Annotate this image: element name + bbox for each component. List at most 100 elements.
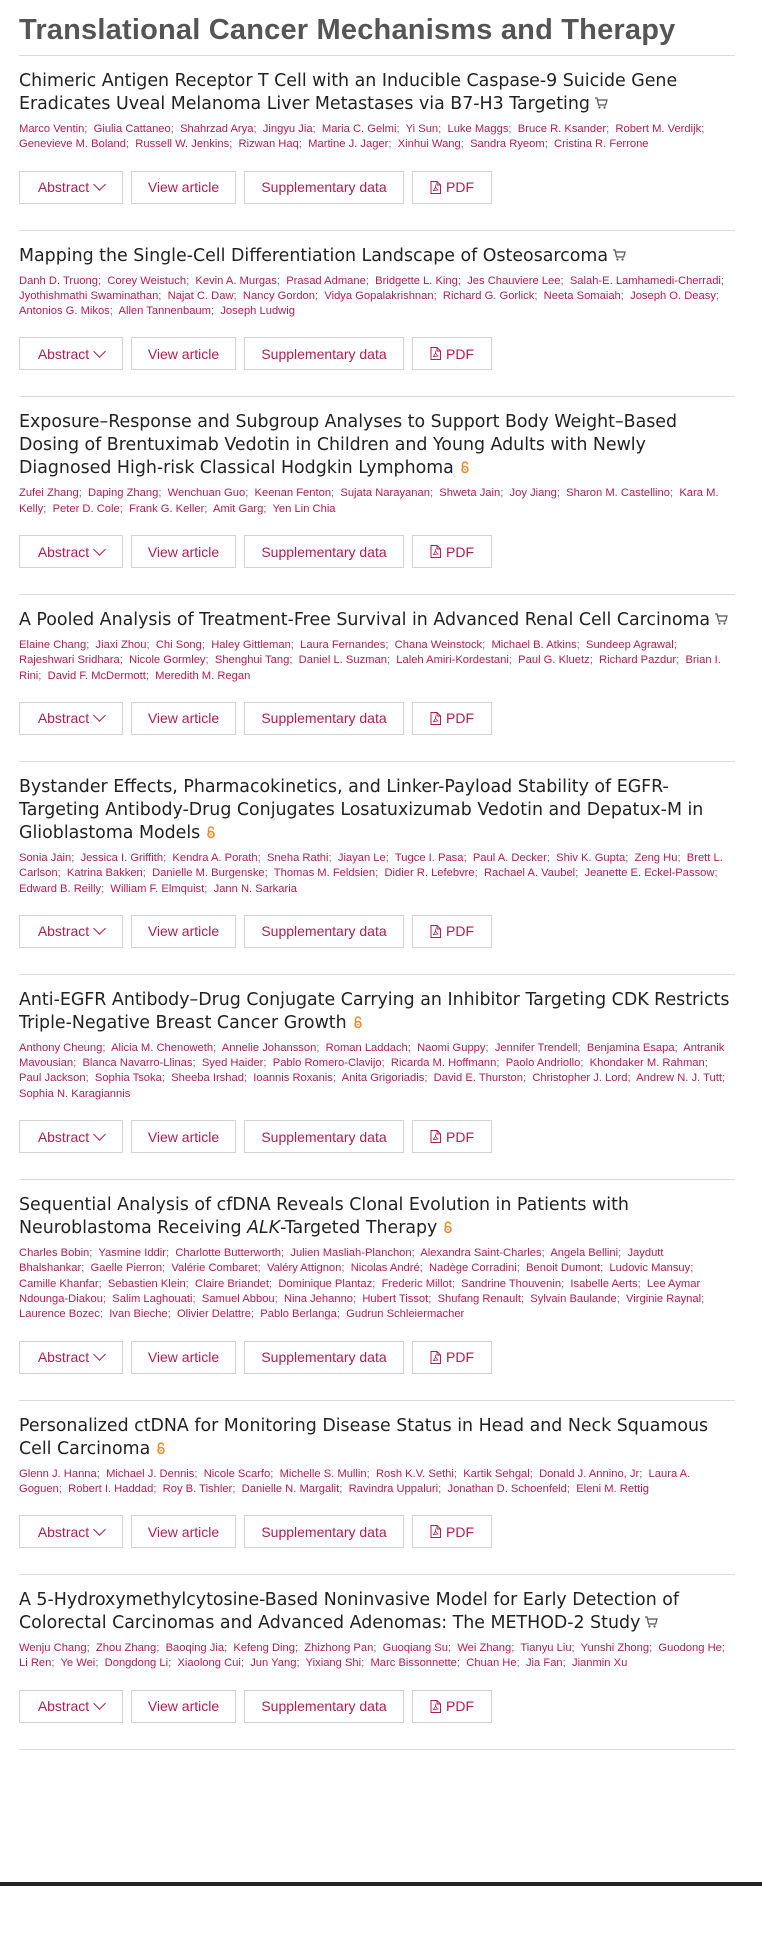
author-link[interactable]: Angela Bellini [550,1247,618,1259]
author-link[interactable]: Salah-E. Lamhamedi-Cherradi [570,275,721,287]
author-link[interactable]: Yen Lin Chia [273,503,336,515]
author-link[interactable]: Bruce R. Ksander [518,123,606,135]
article-title-link[interactable]: A 5-Hydroxymethylcytosine-Based Noninvas… [19,1590,679,1633]
author-link[interactable]: David E. Thurston [434,1072,523,1084]
author-link[interactable]: Jianmin Xu [572,1657,627,1669]
author-link[interactable]: Didier R. Lefebvre [384,867,474,879]
author-link[interactable]: William F. Elmquist [110,883,204,895]
pdf-button[interactable]: PDF [412,337,492,371]
pdf-button[interactable]: PDF [412,914,492,948]
author-link[interactable]: Zhizhong Pan [304,1642,373,1654]
pdf-button[interactable]: PDF [412,170,492,204]
abstract-button[interactable]: Abstract [19,337,123,371]
author-link[interactable]: Shweta Jain [439,487,500,499]
author-link[interactable]: Robert I. Haddad [68,1483,153,1495]
view-article-button[interactable]: View article [131,535,236,569]
author-link[interactable]: Michael J. Dennis [106,1468,194,1480]
author-link[interactable]: Shiv K. Gupta [556,852,625,864]
author-link[interactable]: Maria C. Gelmi [322,123,397,135]
author-link[interactable]: Alicia M. Chenoweth [111,1042,213,1054]
author-link[interactable]: David F. McDermott [48,670,146,682]
author-link[interactable]: Sujata Narayanan [340,487,430,499]
author-link[interactable]: Blanca Navarro-Llinas [82,1057,192,1069]
author-link[interactable]: Guoqiang Su [383,1642,448,1654]
author-link[interactable]: Luke Maggs [447,123,508,135]
author-link[interactable]: Haley Gittleman [211,639,291,651]
author-link[interactable]: Isabelle Aerts [570,1278,637,1290]
pdf-button[interactable]: PDF [412,1340,492,1374]
author-link[interactable]: Marco Ventin [19,123,84,135]
abstract-button[interactable]: Abstract [19,1340,123,1374]
author-link[interactable]: Jia Fan [526,1657,563,1669]
author-link[interactable]: Laura Fernandes [300,639,385,651]
author-link[interactable]: Frederic Millot [382,1278,452,1290]
author-link[interactable]: Danh D. Truong [19,275,98,287]
abstract-button[interactable]: Abstract [19,914,123,948]
author-link[interactable]: Xiaolong Cui [177,1657,240,1669]
author-link[interactable]: Jingyu Jia [263,123,313,135]
view-article-button[interactable]: View article [131,1515,236,1549]
author-link[interactable]: Zeng Hu [635,852,678,864]
author-link[interactable]: Zufei Zhang [19,487,79,499]
view-article-button[interactable]: View article [131,1120,236,1154]
author-link[interactable]: Sheeba Irshad [171,1072,244,1084]
author-link[interactable]: Ye Wei [60,1657,95,1669]
author-link[interactable]: Pablo Romero-Clavijo [273,1057,382,1069]
author-link[interactable]: Zhou Zhang [96,1642,156,1654]
author-link[interactable]: Yi Sun [406,123,439,135]
author-link[interactable]: Sandrine Thouvenin [461,1278,561,1290]
author-link[interactable]: Amit Garg [213,503,263,515]
abstract-button[interactable]: Abstract [19,170,123,204]
author-link[interactable]: Najat C. Daw [168,290,234,302]
author-link[interactable]: Jun Yang [250,1657,296,1669]
author-link[interactable]: Michelle S. Mullin [280,1468,367,1480]
author-link[interactable]: Claire Briandet [195,1278,269,1290]
author-link[interactable]: Glenn J. Hanna [19,1468,97,1480]
article-title-link[interactable]: A Pooled Analysis of Treatment-Free Surv… [19,610,710,630]
author-link[interactable]: Antonios G. Mikos [19,305,110,317]
author-link[interactable]: Jessica I. Griffith [81,852,163,864]
author-link[interactable]: Ivan Bieche [109,1308,167,1320]
abstract-button[interactable]: Abstract [19,1120,123,1154]
author-link[interactable]: Yasmine Iddir [98,1247,166,1259]
supplementary-data-button[interactable]: Supplementary data [244,337,404,371]
author-link[interactable]: Joy Jiang [510,487,557,499]
view-article-button[interactable]: View article [131,337,236,371]
author-link[interactable]: Edward B. Reilly [19,883,101,895]
author-link[interactable]: Camille Khanfar [19,1278,99,1290]
author-link[interactable]: Pablo Berlanga [260,1308,337,1320]
author-link[interactable]: Cristina R. Ferrone [554,138,649,150]
author-link[interactable]: Paul G. Kluetz [518,654,590,666]
author-link[interactable]: Paolo Andriollo [506,1057,581,1069]
article-title-link[interactable]: Personalized ctDNA for Monitoring Diseas… [19,1416,708,1459]
author-link[interactable]: Marc Bissonnette [370,1657,456,1669]
author-link[interactable]: Chi Song [156,639,202,651]
author-link[interactable]: Danielle N. Margalit [242,1483,340,1495]
author-link[interactable]: Li Ren [19,1657,51,1669]
author-link[interactable]: Nina Jehanno [284,1293,353,1305]
view-article-button[interactable]: View article [131,170,236,204]
view-article-button[interactable]: View article [131,1689,236,1723]
author-link[interactable]: Benjamina Esapa [587,1042,675,1054]
author-link[interactable]: Charlotte Butterworth [175,1247,281,1259]
supplementary-data-button[interactable]: Supplementary data [244,1340,404,1374]
author-link[interactable]: Sundeep Agrawal [586,639,674,651]
author-link[interactable]: Wenju Chang [19,1642,87,1654]
abstract-button[interactable]: Abstract [19,1689,123,1723]
author-link[interactable]: Chana Weinstock [395,639,482,651]
author-link[interactable]: Yixiang Shi [306,1657,362,1669]
author-link[interactable]: Kartik Sehgal [463,1468,530,1480]
author-link[interactable]: Valérie Combaret [171,1262,257,1274]
view-article-button[interactable]: View article [131,701,236,735]
author-link[interactable]: Richard G. Gorlick [443,290,534,302]
author-link[interactable]: Thomas M. Feldsien [274,867,375,879]
author-link[interactable]: Meredith M. Regan [155,670,250,682]
author-link[interactable]: Yunshi Zhong [581,1642,649,1654]
author-link[interactable]: Keenan Fenton [255,487,332,499]
author-link[interactable]: Paul Jackson [19,1072,86,1084]
author-link[interactable]: Jiaxi Zhou [96,639,147,651]
author-link[interactable]: Allen Tannenbaum [119,305,211,317]
author-link[interactable]: Danielle M. Burgenske [152,867,265,879]
supplementary-data-button[interactable]: Supplementary data [244,914,404,948]
author-link[interactable]: Valéry Attignon [267,1262,341,1274]
